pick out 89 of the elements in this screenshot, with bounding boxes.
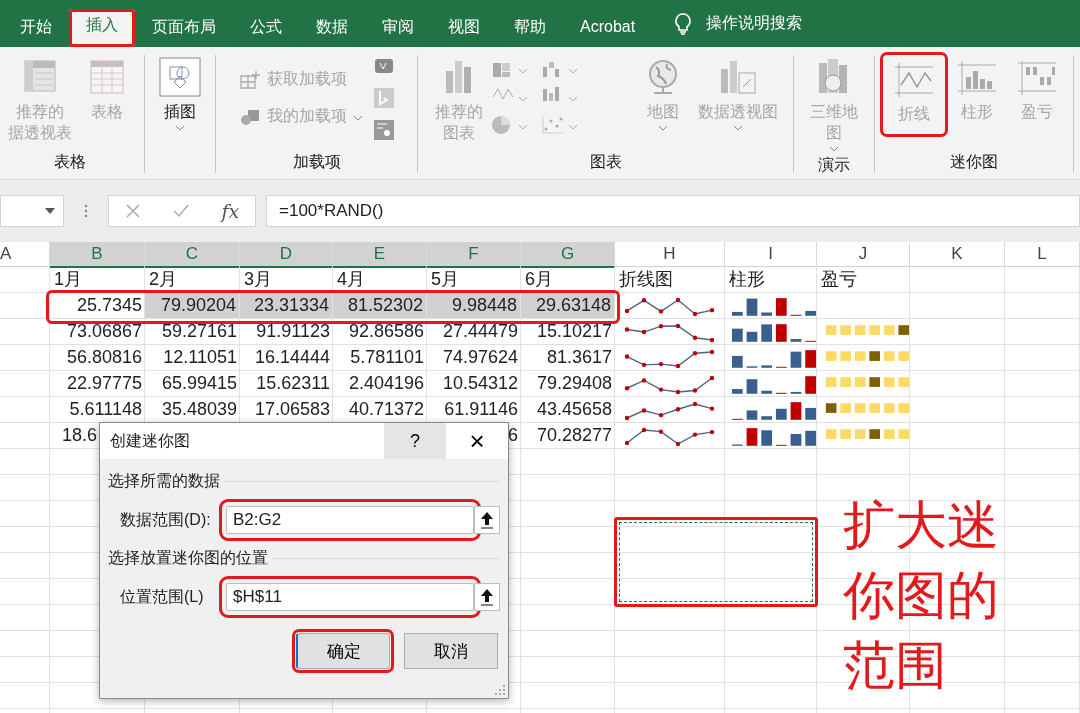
table-cell-text: 2月	[148, 268, 178, 291]
ribbon-tab[interactable]: 公式	[233, 7, 299, 46]
annotation-text: 扩大迷你图的范围	[843, 495, 1000, 696]
table-cell-text: 5.611148	[68, 398, 143, 421]
field-label: 数据范围(D):	[120, 509, 212, 530]
ribbon-tab[interactable]: 开始	[3, 7, 69, 46]
up-arrow-icon	[480, 511, 494, 529]
column-header[interactable]: C	[145, 242, 240, 268]
help-button[interactable]: ?	[384, 423, 446, 459]
table-cell-text: 61.91146	[443, 398, 519, 421]
table-cell-text: 56.80816	[65, 346, 143, 369]
tell-me-search[interactable]: 操作说明搜索	[706, 13, 803, 34]
dialog-button[interactable]: 取消	[404, 633, 498, 669]
table-cell-text: 折线图	[618, 268, 674, 291]
insert-function-button[interactable]: fx	[221, 200, 240, 222]
table-cell-text: 5.781101	[349, 346, 425, 369]
ribbon-tab[interactable]: 插入	[69, 9, 135, 47]
table-cell: 18.6	[62, 425, 98, 445]
collapse-dialog-button[interactable]	[474, 506, 500, 534]
table-cell-text: 40.71372	[347, 398, 425, 421]
cancel-icon[interactable]	[124, 203, 141, 219]
table-cell: 70.28277	[536, 425, 612, 445]
table-cell-text: 25.7345	[75, 294, 143, 317]
up-arrow-icon	[480, 588, 494, 606]
table-cell-text: 柱形	[728, 268, 766, 291]
caret-icon	[45, 208, 55, 214]
table-cell-text: 15.62311	[255, 372, 331, 395]
check-icon[interactable]	[172, 203, 191, 219]
table-cell-text: 3月	[243, 268, 273, 291]
section-heading: 选择放置迷你图的位置	[108, 548, 268, 568]
group-label: 演示	[817, 155, 851, 175]
table-cell-text: 5月	[430, 268, 460, 291]
section-heading: 选择所需的数据	[108, 471, 220, 491]
column-header[interactable]: D	[240, 242, 333, 268]
people-graph-icon[interactable]	[372, 119, 395, 141]
group-label: 图表	[588, 152, 623, 172]
table-cell-text: 10.54312	[441, 372, 519, 395]
resize-grip-icon[interactable]	[495, 685, 505, 695]
table-cell: 6	[508, 425, 518, 445]
table-cell-text: 73.06867	[65, 320, 143, 343]
field-label: 位置范围(L)	[120, 586, 205, 607]
formula-field[interactable]: =100*RAND()	[266, 195, 1080, 227]
table-cell-text: 91.91123	[255, 320, 331, 343]
column-header[interactable]: G	[521, 242, 615, 268]
name-box[interactable]	[0, 195, 64, 227]
table-cell: 23.31334	[240, 293, 333, 318]
table-cell-text: 12.11051	[162, 346, 238, 369]
group-label: 表格	[53, 152, 87, 172]
table-cell-text: 92.86586	[347, 320, 425, 343]
table-cell-text: 1月	[53, 268, 83, 291]
table-cell-text: 35.48039	[160, 398, 238, 421]
ribbon-tab[interactable]: 帮助	[497, 7, 563, 46]
column-header[interactable]: E	[333, 242, 427, 268]
ribbon-tab[interactable]: 审阅	[365, 7, 431, 46]
table-cell-text: 15.10217	[535, 320, 613, 343]
collapse-dialog-button[interactable]	[474, 583, 500, 611]
table-cell-text: 27.44479	[441, 320, 519, 343]
table-cell: 81.52302	[333, 293, 427, 318]
table-cell-text: 17.06583	[253, 398, 331, 421]
drag-handle-icon[interactable]	[84, 204, 88, 218]
ribbon-tab[interactable]: 页面布局	[135, 7, 233, 46]
table-cell-text: 4月	[336, 268, 366, 291]
group-label: 迷你图	[949, 152, 999, 172]
dialog-title: 创建迷你图	[109, 430, 191, 451]
ribbon-tab[interactable]: Acrobat	[563, 7, 653, 46]
column-header[interactable]: F	[427, 242, 521, 268]
ribbon-button[interactable]: 插图	[152, 55, 208, 133]
table-cell-text: 2.404196	[347, 372, 425, 395]
table-cell-text: 盈亏	[820, 268, 858, 291]
table-cell-text: 22.97775	[65, 372, 143, 395]
table-cell-text: 6月	[524, 268, 554, 291]
grid-plus-icon	[238, 69, 261, 90]
shapes-icon	[159, 57, 201, 97]
table-cell-text: 81.3617	[545, 346, 613, 369]
ribbon-tab[interactable]: 数据	[299, 7, 365, 46]
table-cell: 79.90204	[145, 293, 240, 318]
table-cell-text: 65.99415	[160, 372, 238, 395]
group-label: 加载项	[291, 152, 342, 172]
lightbulb-icon	[674, 12, 693, 35]
map-app-icon[interactable]	[372, 87, 395, 109]
table-cell: 9.98448	[427, 293, 521, 318]
table-cell-text: 16.14444	[253, 346, 331, 369]
table-cell-text: 59.27161	[160, 320, 238, 343]
table-cell-text: 74.97624	[441, 346, 519, 369]
ribbon-tab[interactable]: 视图	[431, 7, 497, 46]
table-cell-text: 79.29408	[535, 372, 613, 395]
table-cell: 29.63148	[521, 293, 615, 318]
column-header[interactable]: B	[50, 242, 145, 268]
table-cell-text: 43.45658	[535, 398, 613, 421]
